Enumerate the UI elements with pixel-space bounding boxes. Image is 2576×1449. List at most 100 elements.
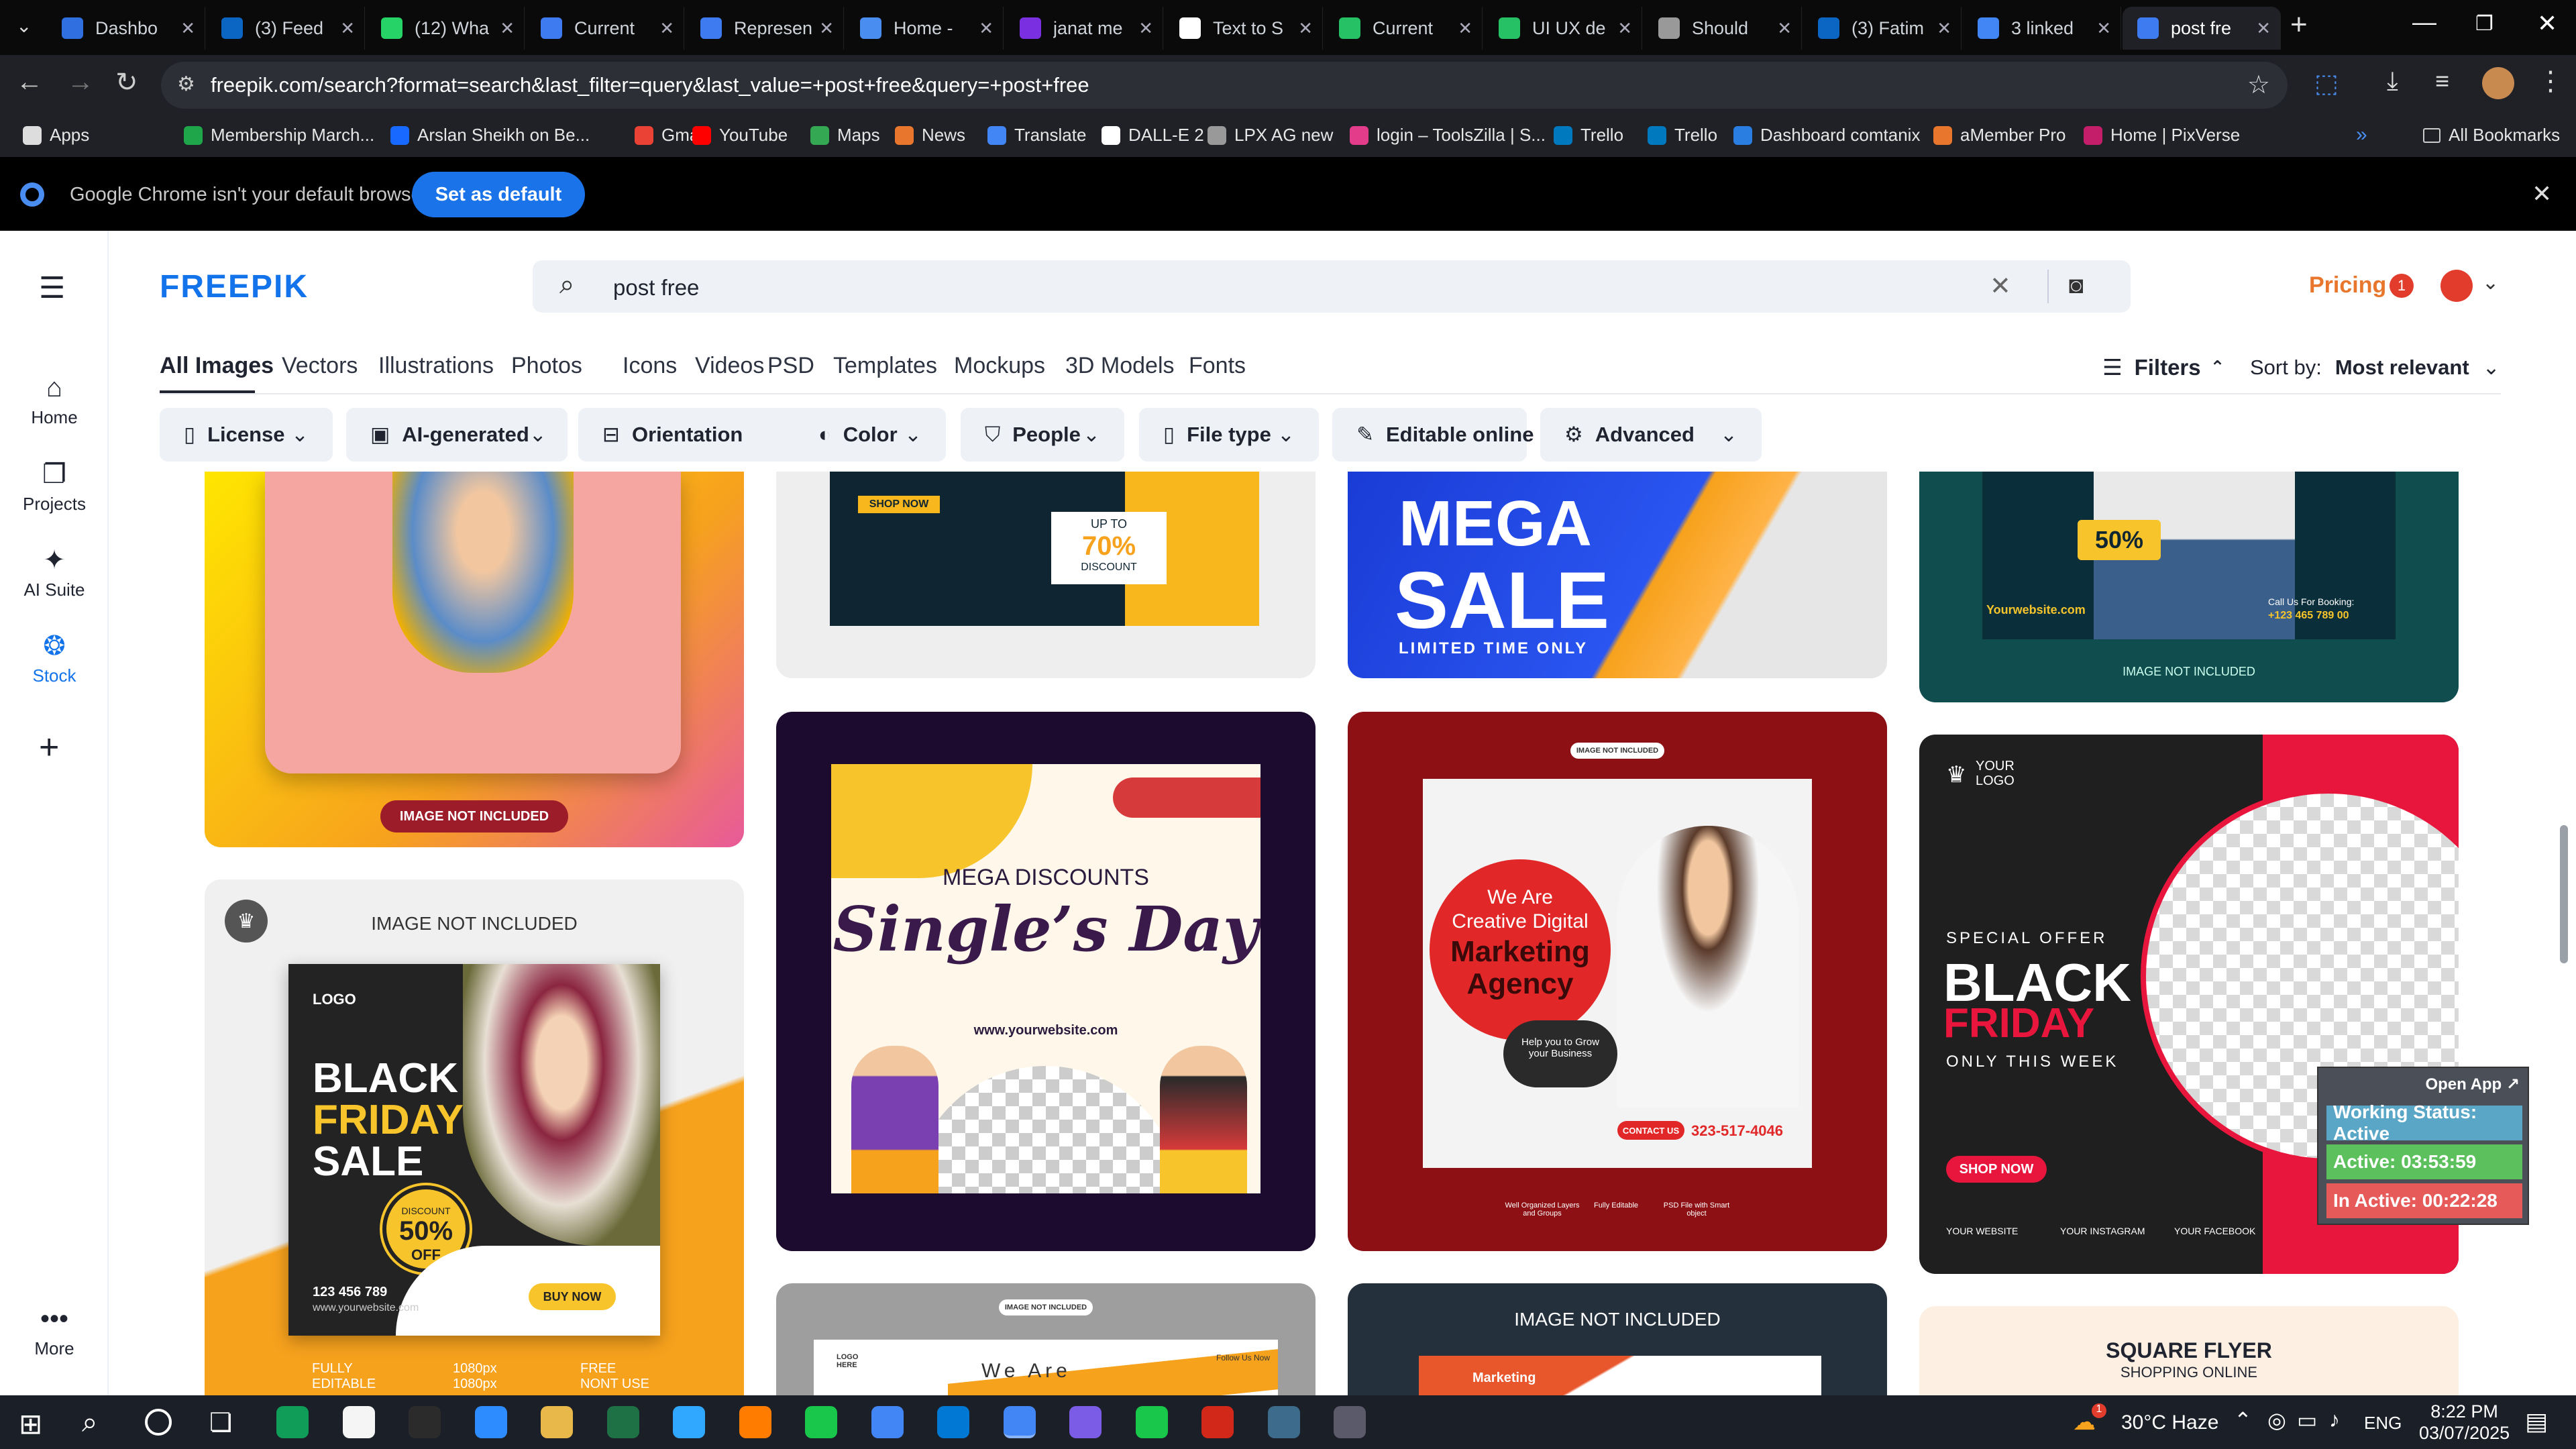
task-view-icon[interactable]: ❏ <box>209 1407 232 1438</box>
filter-tab[interactable]: 3D Models <box>1065 353 1175 379</box>
download-icon[interactable]: ⤓ <box>2387 67 2398 96</box>
close-tab-icon[interactable]: ✕ <box>1298 18 1313 39</box>
filter-tab[interactable]: Videos <box>695 353 764 379</box>
result-card[interactable]: IMAGE NOT INCLUDED LOGO HERE We Are Foll… <box>776 1283 1316 1395</box>
file-explorer-icon[interactable] <box>541 1406 573 1438</box>
filter-tab[interactable]: PSD <box>767 353 814 379</box>
site-info-icon[interactable]: ⚙ <box>177 72 195 96</box>
new-tab-plus-icon[interactable]: + <box>2290 8 2308 42</box>
close-tab-icon[interactable]: ✕ <box>1138 18 1153 39</box>
tray-chevron-icon[interactable]: ⌃ <box>2234 1407 2252 1433</box>
close-tab-icon[interactable]: ✕ <box>659 18 674 39</box>
result-card[interactable]: IMAGE NOT INCLUDED <box>205 472 744 847</box>
close-tab-icon[interactable]: ✕ <box>2096 18 2111 39</box>
pen-icon[interactable] <box>342 1406 375 1438</box>
browser-tab[interactable]: (12) Wha ✕ <box>366 7 525 50</box>
browser-tab[interactable]: post fre ✕ <box>2123 7 2281 50</box>
clear-search-icon[interactable]: ✕ <box>1990 271 2011 301</box>
close-tab-icon[interactable]: ✕ <box>1617 18 1632 39</box>
filter-chip[interactable]: ✎ Editable online <box>1332 408 1534 462</box>
result-card[interactable]: IMAGE NOT INCLUDED We Are Creative Digit… <box>1348 712 1887 1251</box>
browser-tab[interactable]: UI UX de ✕ <box>1484 7 1642 50</box>
browser-tab[interactable]: Represen ✕ <box>686 7 844 50</box>
calculator-icon[interactable] <box>1267 1406 1300 1438</box>
close-tab-icon[interactable]: ✕ <box>500 18 515 39</box>
acrobat-icon[interactable] <box>1201 1406 1234 1438</box>
sort-control[interactable]: Sort by: Most relevant ⌄ <box>2250 356 2500 380</box>
notification-badge[interactable]: 1 <box>2390 274 2414 298</box>
bookmark-item[interactable]: LPX AG new <box>1208 125 1333 146</box>
browser-tab[interactable]: Dashbo ✕ <box>47 7 205 50</box>
filter-chip[interactable]: ▯ License ⌄ <box>160 408 333 462</box>
bookmark-item[interactable]: aMember Pro <box>1933 125 2066 146</box>
close-tab-icon[interactable]: ✕ <box>340 18 355 39</box>
open-app-link[interactable]: Open App ↗ <box>2425 1075 2520 1094</box>
result-card[interactable]: SQUARE FLYER SHOPPING ONLINE <box>1919 1306 2459 1395</box>
browser-tab[interactable]: Text to S ✕ <box>1165 7 1323 50</box>
green-app-icon[interactable] <box>1135 1406 1168 1438</box>
bookmark-item[interactable]: YouTube <box>692 125 788 146</box>
bookmark-item[interactable]: Translate <box>987 125 1086 146</box>
illustrator-icon[interactable] <box>739 1406 771 1438</box>
close-tab-icon[interactable]: ✕ <box>1777 18 1792 39</box>
search-bar[interactable]: ⌕ post free ✕ ◙ <box>533 260 2131 313</box>
browser-tab[interactable]: janat me ✕ <box>1005 7 1163 50</box>
result-card[interactable]: 50% Yourwebsite.com Call Us For Booking:… <box>1919 472 2459 702</box>
vscode-icon[interactable] <box>937 1406 969 1438</box>
profile-avatar[interactable] <box>2482 67 2514 99</box>
filter-chip[interactable]: ◐ Color ⌄ <box>794 408 946 462</box>
clock[interactable]: 8:22 PM 03/07/2025 <box>2419 1401 2510 1444</box>
bookmark-item[interactable]: Trello <box>1648 125 1717 146</box>
zoom-icon[interactable] <box>474 1406 507 1438</box>
user-avatar[interactable] <box>2440 270 2473 302</box>
tab-search-chevron-icon[interactable]: ⌄ <box>16 15 32 37</box>
set-as-default-button[interactable]: Set as default <box>412 172 585 217</box>
browser-tab[interactable]: Home - ✕ <box>845 7 1004 50</box>
edge-icon[interactable] <box>276 1406 309 1438</box>
close-infobar-icon[interactable]: ✕ <box>2532 180 2552 208</box>
browser-tab[interactable]: Current ✕ <box>526 7 684 50</box>
premiere-icon[interactable] <box>1069 1406 1102 1438</box>
sidebar-item-more[interactable]: ••• More <box>0 1304 109 1359</box>
result-card[interactable]: IMAGE NOT INCLUDED Marketing <box>1348 1283 1887 1395</box>
media-controls-icon[interactable]: ≡ <box>2435 67 2449 95</box>
bookmark-item[interactable]: login – ToolsZilla | S... <box>1350 125 1546 146</box>
filter-tab[interactable]: Mockups <box>954 353 1045 379</box>
browser-tab[interactable]: Should ✕ <box>1644 7 1802 50</box>
chrome-profile-icon[interactable] <box>1003 1406 1036 1438</box>
bookmarks-overflow-icon[interactable]: » <box>2356 123 2367 146</box>
reload-icon[interactable]: ↻ <box>115 67 138 98</box>
camera-search-icon[interactable]: ◙ <box>2069 271 2084 299</box>
cortana-icon[interactable] <box>145 1409 172 1436</box>
browser-tab[interactable]: (3) Feed ✕ <box>207 7 365 50</box>
result-card[interactable]: MEGA DISCOUNTS Single’s Day www.yourwebs… <box>776 712 1316 1251</box>
minimize-icon[interactable]: — <box>2412 8 2436 36</box>
bookmark-item[interactable]: Arslan Sheikh on Be... <box>390 125 590 146</box>
bookmark-item[interactable]: DALL-E 2 <box>1102 125 1204 146</box>
media-player-icon[interactable] <box>1334 1406 1366 1438</box>
filter-tab[interactable]: Photos <box>511 353 582 379</box>
pricing-link[interactable]: Pricing <box>2309 272 2386 299</box>
close-tab-icon[interactable]: ✕ <box>819 18 834 39</box>
account-chevron-icon[interactable]: ⌄ <box>2482 271 2499 294</box>
extensions-icon[interactable]: ⬚ <box>2314 68 2339 99</box>
bookmark-item[interactable]: Home | PixVerse <box>2084 125 2240 146</box>
filter-tab[interactable]: Icons <box>623 353 677 379</box>
close-tab-icon[interactable]: ✕ <box>1458 18 1472 39</box>
green-app-icon[interactable] <box>805 1406 837 1438</box>
forward-icon[interactable]: → <box>67 67 94 97</box>
back-icon[interactable]: ← <box>16 67 43 97</box>
result-card[interactable]: MEGA SALE LIMITED TIME ONLY <box>1348 472 1887 678</box>
filter-chip[interactable]: ▯ File type ⌄ <box>1139 408 1319 462</box>
excel-icon[interactable] <box>606 1406 639 1438</box>
close-tab-icon[interactable]: ✕ <box>979 18 994 39</box>
bookmark-star-icon[interactable]: ☆ <box>2247 70 2270 100</box>
language-indicator[interactable]: ENG <box>2364 1413 2402 1434</box>
search-input[interactable]: post free <box>613 275 699 301</box>
freepik-logo[interactable]: FREEPIK <box>160 268 309 305</box>
weather-text[interactable]: 30°C Haze <box>2121 1411 2218 1434</box>
filter-chip[interactable]: ⛉ People ⌄ <box>961 408 1124 462</box>
result-card[interactable]: SHOP NOW UP TO 70% DISCOUNT <box>776 472 1316 678</box>
close-window-icon[interactable]: ✕ <box>2537 9 2557 38</box>
restore-icon[interactable]: ❐ <box>2475 12 2493 36</box>
